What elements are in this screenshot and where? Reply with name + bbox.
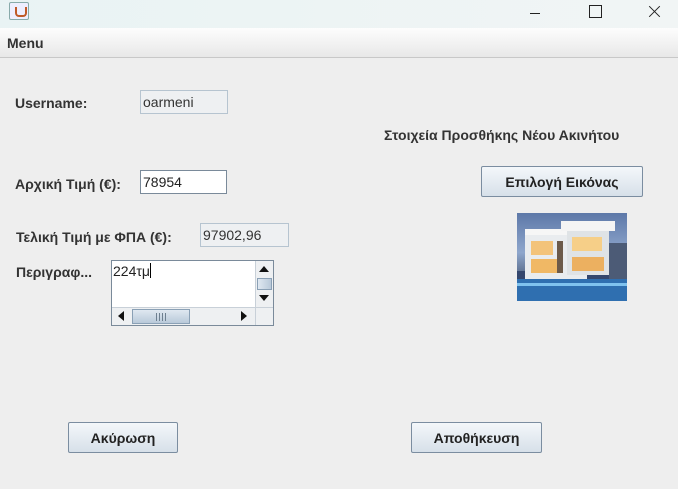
text-caret <box>149 263 151 278</box>
select-image-button[interactable]: Επιλογή Εικόνας <box>481 166 643 197</box>
scroll-left-icon[interactable] <box>113 308 129 324</box>
description-label: Περιγραφ... <box>16 264 93 280</box>
vertical-scroll-thumb[interactable] <box>257 278 272 290</box>
final-price-field: 97902,96 <box>200 223 289 247</box>
scroll-corner <box>255 307 273 325</box>
final-price-label: Τελική Τιμή με ΦΠΑ (€): <box>16 229 172 245</box>
menu-bar: Menu <box>0 28 678 58</box>
description-value: 224τμ <box>113 263 150 279</box>
java-cup-icon <box>9 2 29 20</box>
scroll-up-icon[interactable] <box>256 261 272 277</box>
cancel-button[interactable]: Ακύρωση <box>68 422 178 453</box>
house-photo <box>517 213 627 301</box>
section-title: Στοιχεία Προσθήκης Νέου Ακινήτου <box>384 127 620 143</box>
horizontal-scroll-thumb[interactable] <box>132 309 190 324</box>
scroll-grip-icon <box>156 313 166 321</box>
scroll-down-icon[interactable] <box>256 290 272 306</box>
maximize-icon[interactable] <box>572 0 618 28</box>
minimize-icon[interactable] <box>512 0 558 28</box>
username-field: oarmeni <box>140 90 228 114</box>
close-icon[interactable] <box>632 0 678 28</box>
save-button[interactable]: Αποθήκευση <box>411 422 542 453</box>
scroll-right-icon[interactable] <box>236 308 252 324</box>
horizontal-scrollbar[interactable] <box>112 307 255 325</box>
vertical-scrollbar[interactable] <box>255 261 273 307</box>
initial-price-input[interactable]: 78954 <box>140 170 227 194</box>
initial-price-label: Αρχική Τιμή (€): <box>15 176 121 192</box>
description-textarea[interactable]: 224τμ <box>111 260 274 326</box>
username-label: Username: <box>15 95 88 111</box>
title-bar <box>0 0 678 28</box>
menu-menu[interactable]: Menu <box>7 35 44 51</box>
description-text[interactable]: 224τμ <box>113 263 151 279</box>
